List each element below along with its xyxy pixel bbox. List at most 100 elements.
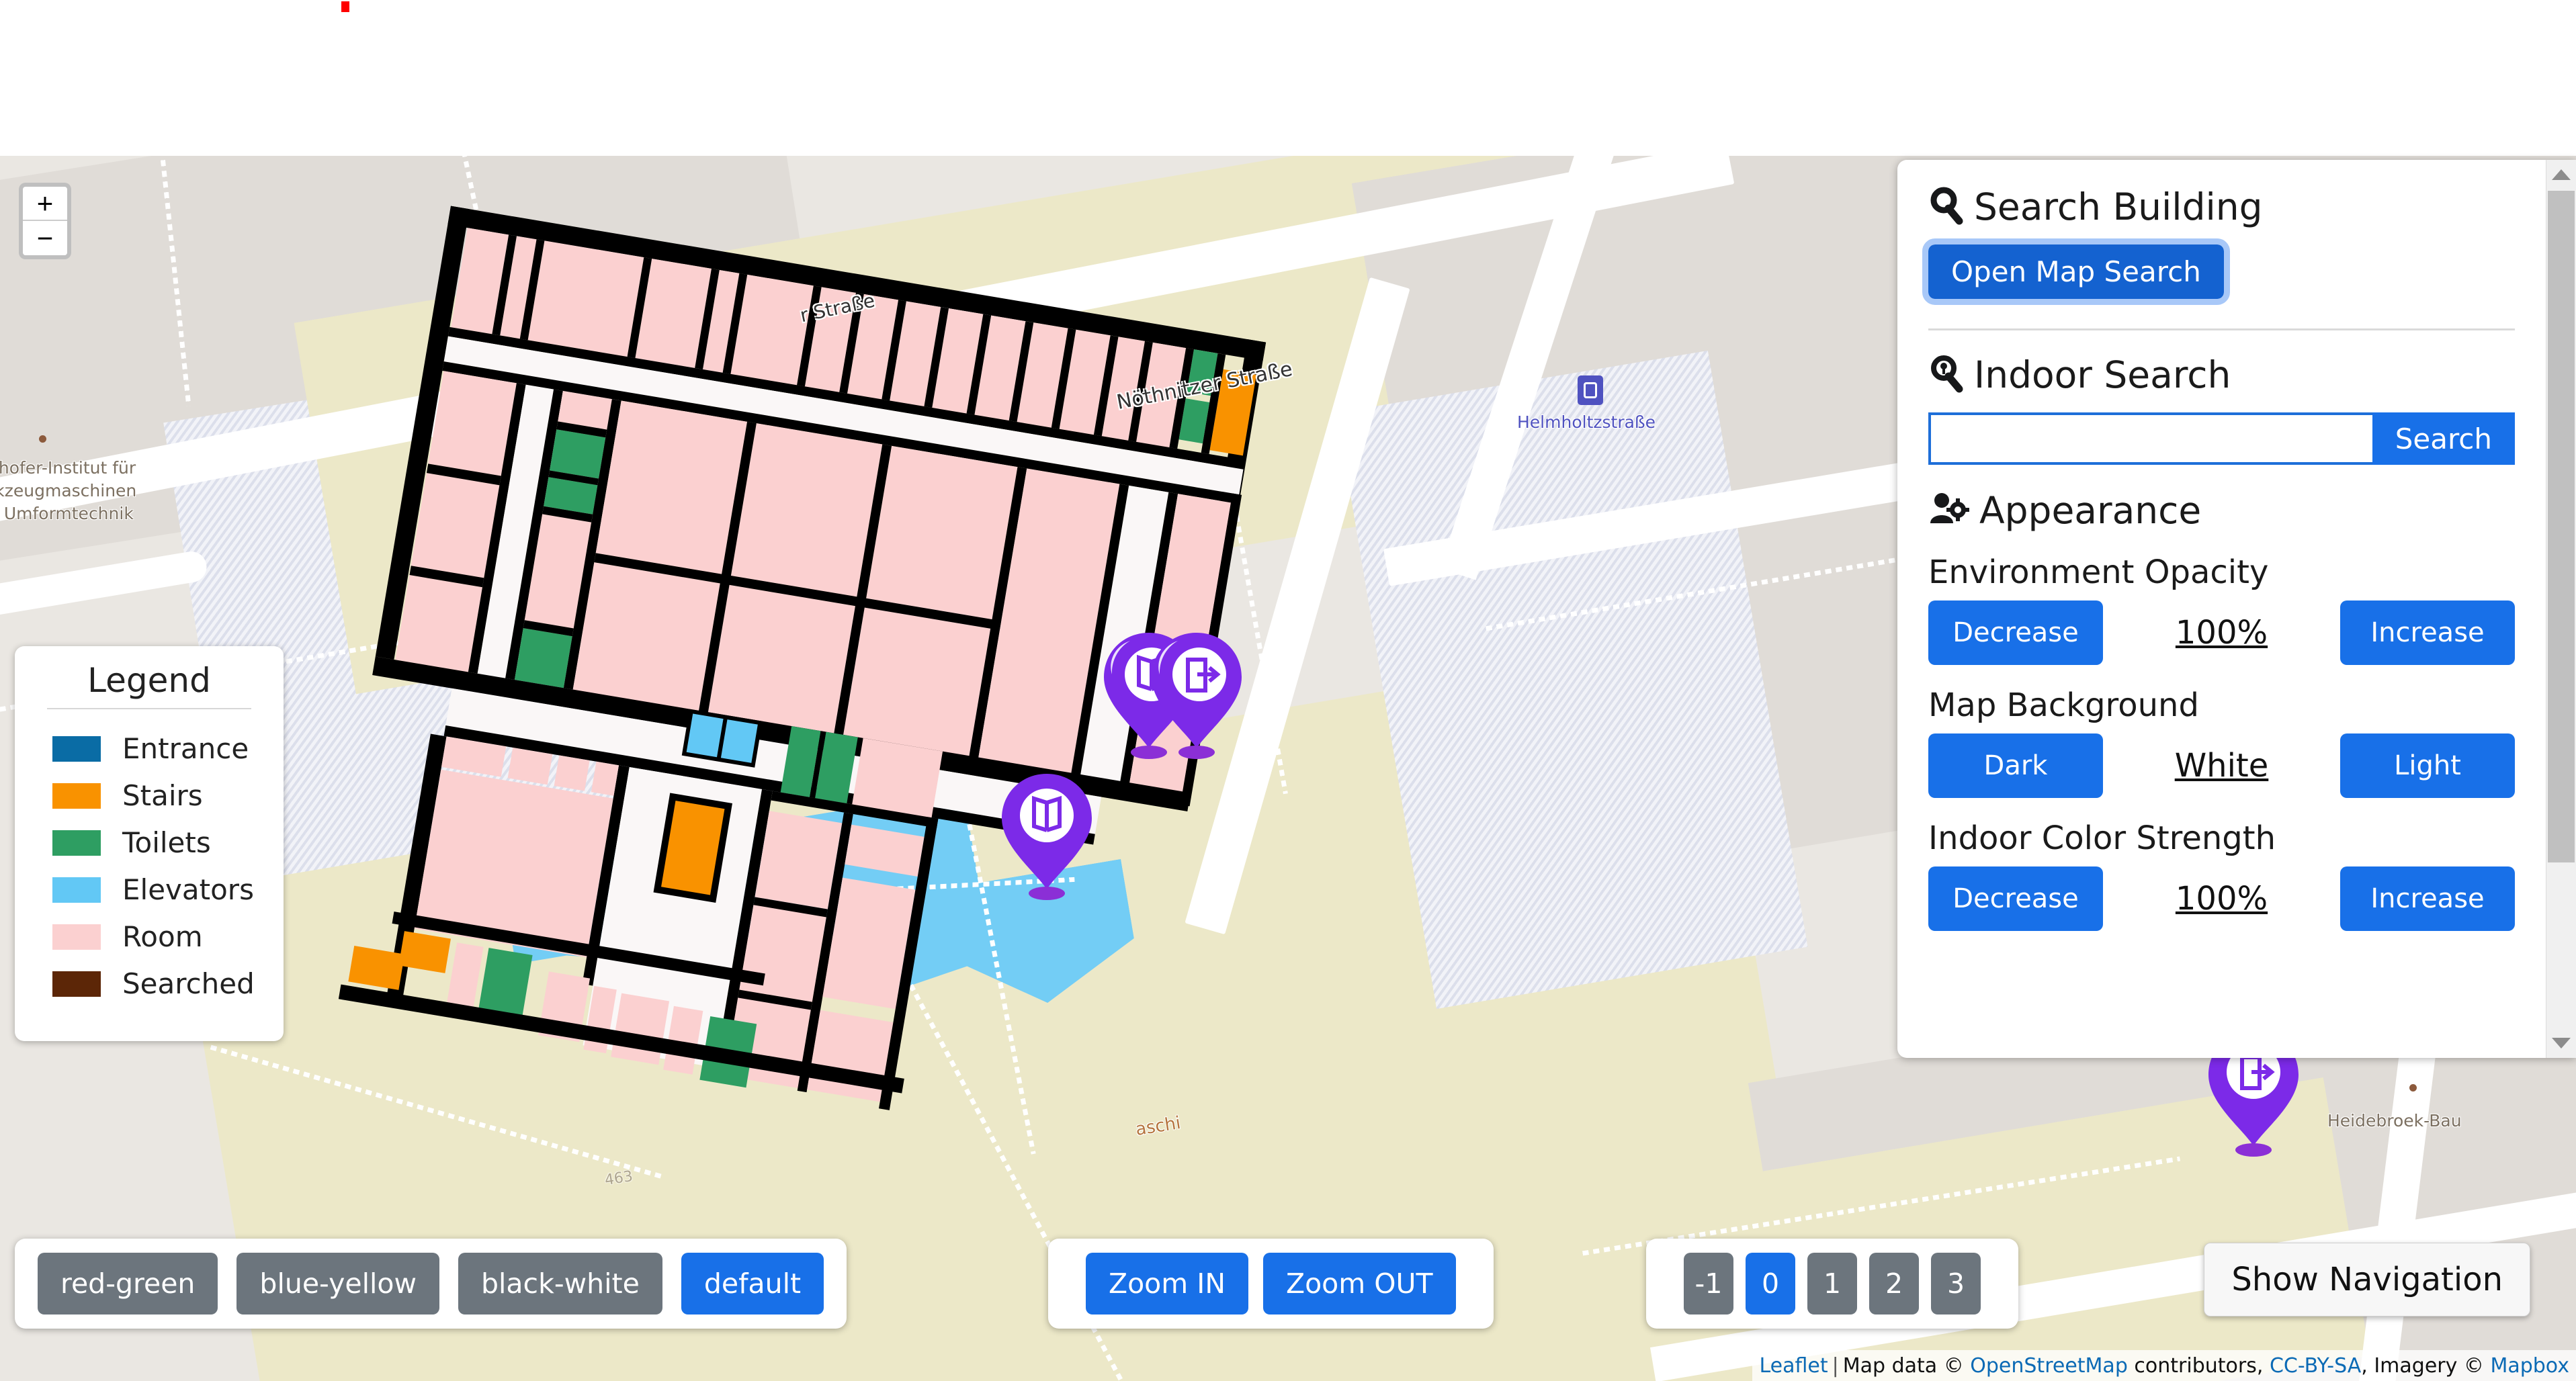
- environment-opacity-value: 100%: [2175, 614, 2268, 652]
- attribution-osm-link[interactable]: OpenStreetMap: [1970, 1354, 2128, 1378]
- floorplan-room: [866, 445, 1018, 620]
- legend-swatch: [52, 971, 101, 997]
- setting-row-map-background: Dark White Light: [1928, 733, 2515, 798]
- legend-item-stairs: Stairs: [15, 779, 284, 826]
- legend-swatch: [52, 924, 101, 950]
- zoom-out-button[interactable]: Zoom OUT: [1263, 1253, 1456, 1315]
- legend-item-label: Stairs: [122, 779, 203, 812]
- floorplan-room: [507, 747, 553, 785]
- floor-button-3[interactable]: 3: [1931, 1253, 1981, 1315]
- floorplan-stairs: [398, 931, 451, 973]
- palette-button-blue-yellow[interactable]: blue-yellow: [237, 1253, 440, 1315]
- panel-divider-1: [1928, 328, 2515, 330]
- magnifier-icon: [1928, 186, 1965, 228]
- map-background-dark-button[interactable]: Dark: [1928, 733, 2103, 798]
- floorplan-room: [548, 792, 584, 828]
- environment-opacity-increase-button[interactable]: Increase: [2340, 600, 2515, 665]
- floor-toolbar: -1 0 1 2 3: [1646, 1239, 2018, 1329]
- floorplan-room: [527, 240, 644, 357]
- attribution-separator: |: [1832, 1353, 1839, 1378]
- floor-button-minus-1[interactable]: -1: [1684, 1253, 1733, 1315]
- search-building-header: Search Building: [1928, 185, 2515, 228]
- indoor-search-header: Indoor Search: [1928, 353, 2515, 396]
- map-marker-open-book-2[interactable]: [996, 771, 1097, 900]
- zoom-toolbar: Zoom IN Zoom OUT: [1048, 1239, 1494, 1329]
- marker-shadow: [2235, 1143, 2272, 1157]
- legend-item-label: Searched: [122, 967, 255, 1000]
- setting-row-indoor-color-strength: Decrease 100% Increase: [1928, 866, 2515, 931]
- road-number-label: 463: [603, 1167, 634, 1190]
- legend-panel: Legend Entrance Stairs Toilets Elevators…: [15, 646, 284, 1041]
- legend-item-room: Room: [15, 920, 284, 967]
- indoor-floorplan: [338, 156, 1578, 1185]
- indoor-search-title: Indoor Search: [1974, 353, 2231, 396]
- floorplan-toilet: [478, 948, 533, 1018]
- poi-dot: [39, 435, 46, 443]
- attribution-imagery: , Imagery ©: [2361, 1353, 2484, 1378]
- scrollbar-thumb[interactable]: [2548, 191, 2575, 862]
- scrollbar-down-arrow[interactable]: [2546, 1028, 2576, 1058]
- red-marker-dot: [341, 1, 349, 12]
- floorplan-room: [730, 423, 883, 597]
- page-top-whitespace: [0, 0, 2576, 156]
- setting-label-environment-opacity: Environment Opacity: [1928, 553, 2269, 591]
- attribution-map-data: Map data ©: [1842, 1353, 1964, 1378]
- side-panel-scrollbar[interactable]: [2546, 160, 2576, 1058]
- palette-button-black-white[interactable]: black-white: [458, 1253, 662, 1315]
- map-marker-exit-doc-1[interactable]: [1146, 630, 1247, 759]
- floorplan-room: [845, 824, 925, 877]
- setting-label-indoor-color-strength: Indoor Color Strength: [1928, 819, 2276, 857]
- attribution-contributors: contributors,: [2134, 1353, 2264, 1378]
- marker-shadow: [1178, 746, 1215, 759]
- floorplan-room: [395, 575, 482, 672]
- zoom-in-button[interactable]: Zoom IN: [1086, 1253, 1248, 1315]
- legend-divider: [47, 708, 251, 709]
- map-attribution: Leaflet | Map data © OpenStreetMap contr…: [1752, 1350, 2576, 1381]
- floor-button-1[interactable]: 1: [1807, 1253, 1857, 1315]
- attribution-leaflet-link[interactable]: Leaflet: [1759, 1354, 1828, 1378]
- palette-toolbar: red-green blue-yellow black-white defaul…: [15, 1239, 847, 1329]
- floorplan-elevator: [720, 719, 758, 763]
- appearance-header: Appearance: [1928, 489, 2515, 532]
- legend-title: Legend: [87, 661, 211, 700]
- attribution-mapbox-link[interactable]: Mapbox: [2490, 1354, 2569, 1378]
- legend-item-toilets: Toilets: [15, 826, 284, 873]
- map-background-light-button[interactable]: Light: [2340, 733, 2515, 798]
- indoor-color-strength-increase-button[interactable]: Increase: [2340, 866, 2515, 931]
- open-map-search-button[interactable]: Open Map Search: [1922, 238, 2230, 305]
- area-label-heidebroek: Heidebroek-Bau: [2327, 1111, 2462, 1130]
- legend-item-label: Room: [122, 920, 203, 953]
- map-zoom-out-button[interactable]: −: [23, 221, 67, 255]
- environment-opacity-decrease-button[interactable]: Decrease: [1928, 600, 2103, 665]
- location-magnifier-icon: [1928, 354, 1965, 396]
- side-panel-body: Search Building Open Map Search Indoor S…: [1897, 160, 2546, 1058]
- floorplan-room: [595, 400, 748, 574]
- show-navigation-button[interactable]: Show Navigation: [2204, 1243, 2530, 1317]
- map-zoom-control[interactable]: + −: [19, 183, 71, 259]
- scrollbar-up-arrow[interactable]: [2546, 160, 2576, 189]
- floorplan-room: [447, 942, 484, 1007]
- legend-item-searched: Searched: [15, 967, 284, 1014]
- legend-item-label: Elevators: [122, 873, 254, 906]
- setting-row-environment-opacity: Decrease 100% Increase: [1928, 600, 2515, 665]
- indoor-search-input[interactable]: [1928, 412, 2372, 465]
- floorplan-room: [554, 755, 590, 791]
- legend-item-label: Entrance: [122, 732, 249, 765]
- floor-button-2[interactable]: 2: [1869, 1253, 1919, 1315]
- appearance-title: Appearance: [1979, 489, 2202, 532]
- legend-swatch: [52, 736, 101, 762]
- tram-station-icon: [1578, 375, 1603, 405]
- floor-button-0[interactable]: 0: [1746, 1253, 1795, 1315]
- map-background-value: White: [2174, 747, 2269, 785]
- indoor-color-strength-decrease-button[interactable]: Decrease: [1928, 866, 2103, 931]
- poi-dot: [2409, 1084, 2417, 1092]
- palette-button-red-green[interactable]: red-green: [38, 1253, 218, 1315]
- floorplan-room: [755, 811, 843, 909]
- side-panel: Search Building Open Map Search Indoor S…: [1897, 160, 2576, 1058]
- indoor-search-button[interactable]: Search: [2372, 412, 2515, 465]
- marker-shadow: [1029, 887, 1065, 900]
- palette-button-default[interactable]: default: [681, 1253, 824, 1315]
- user-gear-icon: [1928, 490, 1970, 532]
- attribution-license-link[interactable]: CC-BY-SA: [2270, 1354, 2361, 1378]
- map-zoom-in-button[interactable]: +: [23, 187, 67, 221]
